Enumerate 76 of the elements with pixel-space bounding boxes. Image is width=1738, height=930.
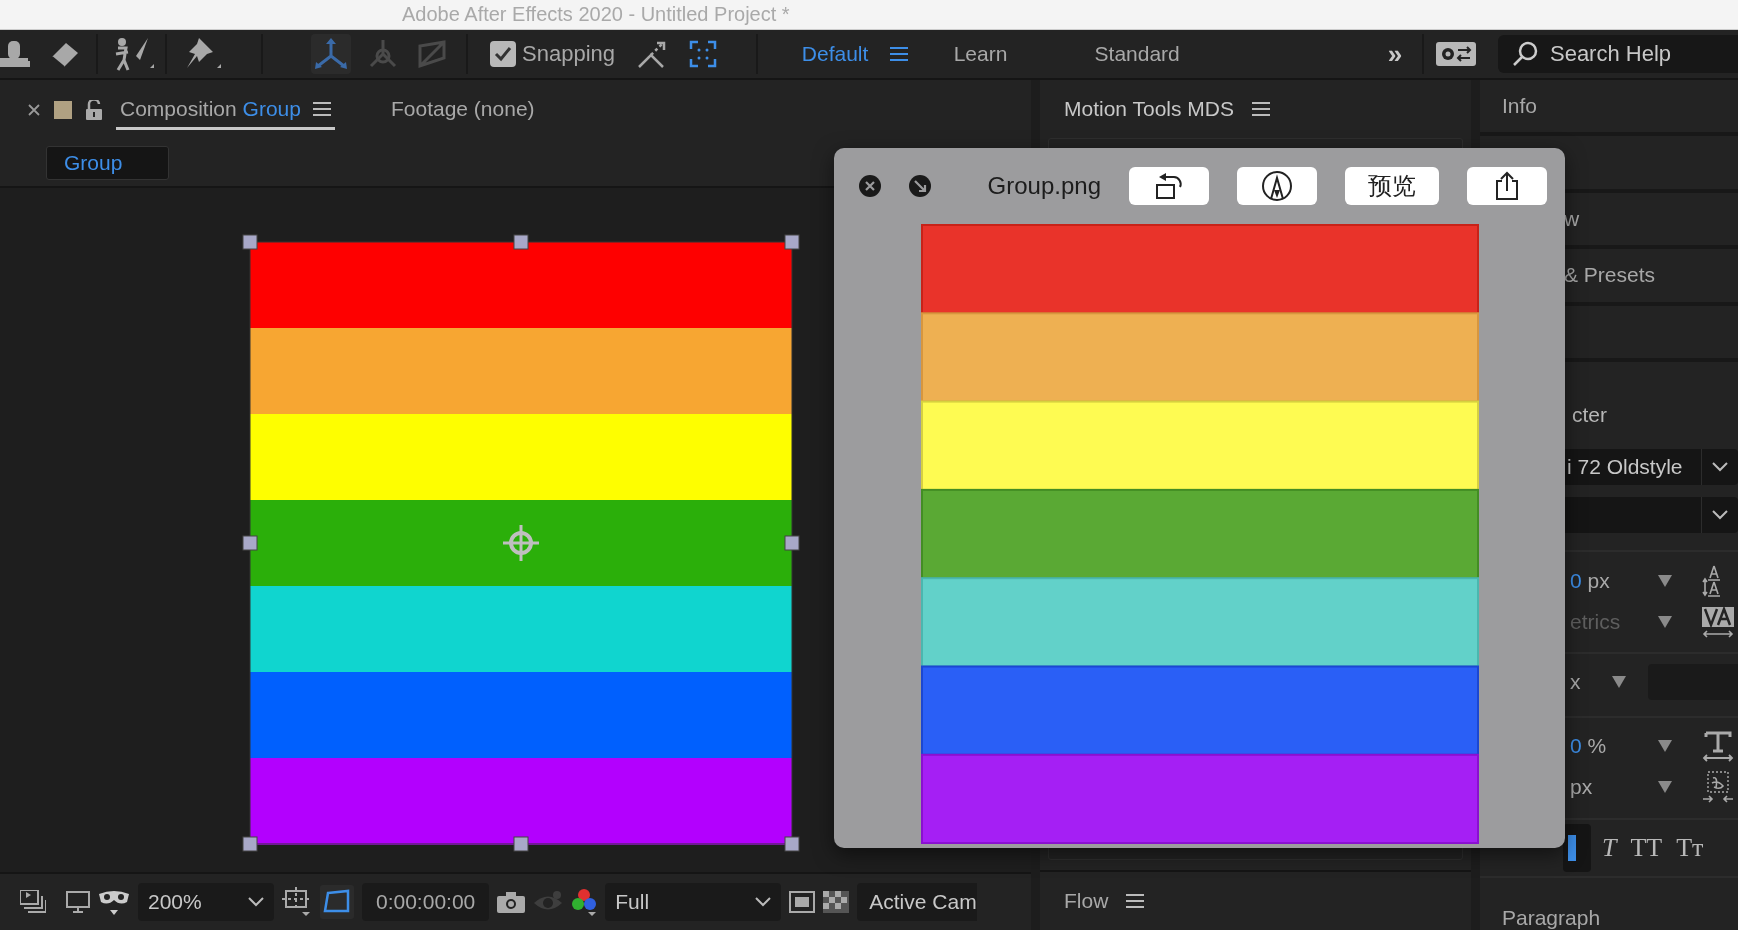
unlocked-padlock-icon[interactable] [86, 100, 102, 120]
workspace-tab[interactable]: Standard [1094, 42, 1180, 66]
preview-layers-icon[interactable] [20, 890, 46, 914]
zoom-dropdown[interactable]: 200% [138, 883, 274, 921]
composition-breadcrumb[interactable]: Group [46, 146, 169, 180]
kerning-icon[interactable] [1702, 604, 1734, 639]
snapping-checkbox[interactable] [490, 41, 517, 67]
chevron-down-icon[interactable] [1712, 510, 1728, 521]
transparency-grid-icon[interactable] [823, 891, 850, 913]
chevron-down-icon[interactable] [755, 897, 772, 907]
dropdown-triangle-icon[interactable] [1658, 740, 1672, 753]
color-channels-icon[interactable] [571, 888, 598, 916]
chevron-down-icon[interactable] [248, 897, 264, 907]
resize-icon[interactable] [908, 174, 932, 198]
dropdown-triangle-icon[interactable] [1612, 675, 1626, 688]
panel-title: Paragraph [1501, 905, 1602, 930]
snap-edge-icon[interactable] [636, 39, 667, 69]
safe-margins-icon[interactable] [282, 887, 312, 917]
snap-feature-icon[interactable] [688, 40, 717, 68]
faux-italic-button[interactable]: T [1599, 823, 1620, 872]
panel-tab[interactable]: Composition Group [116, 90, 335, 130]
resolution-dropdown[interactable]: Full [605, 883, 782, 921]
share-button[interactable] [1467, 167, 1547, 205]
monitor-icon[interactable] [66, 891, 90, 913]
workspace-tab[interactable]: Default [801, 42, 869, 66]
comp-swatch-icon [54, 101, 72, 119]
rotate-icon [1154, 171, 1184, 201]
camera-dropdown[interactable]: Active Cam [857, 883, 978, 921]
checkmark-icon [494, 46, 513, 62]
panel-title: Flow [1064, 889, 1109, 913]
panel-tab[interactable]: Footage (none) [386, 90, 539, 130]
workspace-settings-icon[interactable] [1435, 42, 1476, 66]
faux-bold-button[interactable] [1563, 823, 1591, 872]
overflow-chevrons[interactable]: » [1387, 38, 1403, 70]
markup-button[interactable] [1237, 167, 1317, 205]
menu-icon[interactable] [890, 46, 909, 62]
vertical-scale-value[interactable]: 0 % [1570, 734, 1607, 759]
region-of-interest-icon[interactable] [789, 891, 816, 913]
close-icon[interactable] [858, 174, 882, 198]
snapping-label: Snapping [522, 41, 616, 67]
small-caps-button[interactable]: Tᴛ [1673, 823, 1707, 872]
search-icon [1511, 41, 1538, 67]
chevron-down-icon[interactable] [1712, 462, 1728, 473]
panel-title: w [1563, 206, 1580, 231]
bold-t-icon [1566, 834, 1576, 861]
all-caps-button[interactable]: TT [1627, 823, 1666, 872]
timecode-field[interactable]: 0:00:00:00 [362, 883, 490, 921]
menu-icon[interactable] [1126, 893, 1145, 909]
tsume-icon[interactable] [1702, 770, 1734, 805]
axis-icon[interactable] [310, 34, 351, 74]
window-title: Group.png [987, 172, 1101, 200]
dropdown-triangle-icon[interactable] [1658, 781, 1672, 794]
window-title: Adobe After Effects 2020 - Untitled Project * [402, 3, 790, 26]
mask-path-icon[interactable] [320, 885, 354, 919]
horizontal-scale-icon[interactable] [1702, 729, 1734, 764]
panel-title: Motion Tools MDS [1064, 97, 1234, 121]
font-family-dropdown[interactable]: i 72 Oldstyle [1565, 449, 1738, 486]
close-icon[interactable] [28, 104, 40, 116]
menu-icon[interactable] [1252, 101, 1270, 117]
preview-button[interactable]: 预览 [1345, 167, 1439, 205]
baseline-shift-unit[interactable]: px [1570, 775, 1593, 800]
share-icon [1494, 171, 1520, 201]
panel-title: Info [1501, 94, 1538, 119]
search-field[interactable]: Search Help [1497, 35, 1738, 73]
dropdown-triangle-icon[interactable] [1658, 615, 1672, 628]
camera-icon[interactable] [497, 891, 526, 913]
panel-title: cter [1572, 403, 1607, 428]
mask-glasses-icon[interactable] [98, 888, 130, 916]
workspace-tab[interactable]: Learn [953, 42, 1008, 66]
panel-title: & Presets [1563, 263, 1656, 288]
font-size-value[interactable]: 0 px [1570, 568, 1610, 593]
rotate-button[interactable] [1129, 167, 1209, 205]
stroke-width-unit[interactable]: x [1570, 669, 1581, 694]
pen-tip-icon [1261, 170, 1293, 202]
menu-icon [312, 100, 331, 117]
dropdown-triangle-icon[interactable] [1658, 574, 1672, 587]
